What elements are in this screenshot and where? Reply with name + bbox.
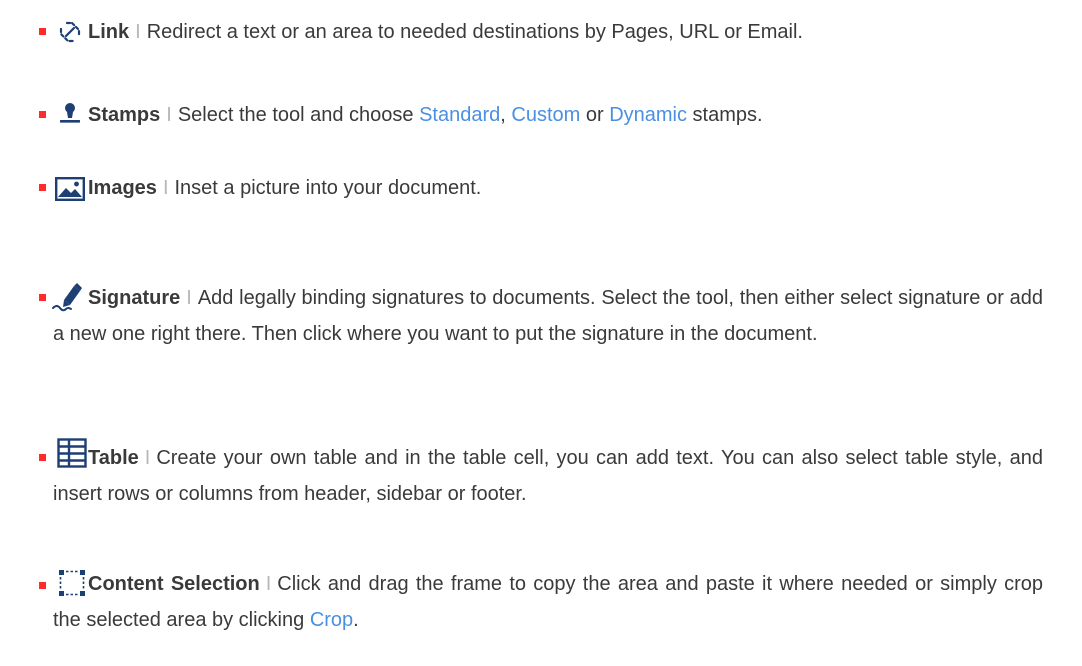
- link-icon: [59, 21, 81, 43]
- text-fragment: or: [580, 104, 610, 126]
- bullet-icon: [39, 111, 46, 118]
- item-title: Signature: [88, 287, 181, 309]
- standard-stamps-link[interactable]: Standard: [419, 104, 500, 126]
- dynamic-stamps-link[interactable]: Dynamic: [609, 104, 687, 126]
- item-description: Add legally binding signatures to docume…: [53, 287, 1043, 345]
- bullet-icon: [39, 28, 46, 35]
- item-description: Redirect a text or an area to needed des…: [146, 21, 803, 43]
- separator: I: [186, 287, 192, 309]
- crop-link[interactable]: Crop: [310, 609, 353, 631]
- separator: I: [166, 104, 172, 126]
- image-icon: [55, 177, 85, 201]
- item-title: Images: [88, 177, 157, 199]
- text-fragment: ,: [500, 104, 512, 126]
- item-description: Create your own table and in the table c…: [53, 447, 1043, 505]
- item-title: Content Selection: [88, 573, 260, 595]
- item-title: Link: [88, 21, 130, 43]
- bullet-icon: [39, 184, 46, 191]
- separator: I: [265, 573, 272, 595]
- stamp-icon: [60, 103, 80, 123]
- text-fragment: .: [353, 609, 359, 631]
- item-title: Stamps: [88, 104, 161, 126]
- text-fragment: stamps.: [687, 104, 763, 126]
- separator: I: [162, 177, 169, 199]
- bullet-icon: [39, 294, 46, 301]
- separator: I: [144, 447, 151, 469]
- custom-stamps-link[interactable]: Custom: [511, 104, 580, 126]
- item-description: Inset a picture into your document.: [174, 177, 482, 199]
- item-title: Table: [88, 447, 139, 469]
- separator: I: [135, 21, 141, 43]
- bullet-icon: [39, 582, 46, 589]
- item-description: Select the tool and choose: [177, 104, 420, 126]
- bullet-icon: [39, 454, 46, 461]
